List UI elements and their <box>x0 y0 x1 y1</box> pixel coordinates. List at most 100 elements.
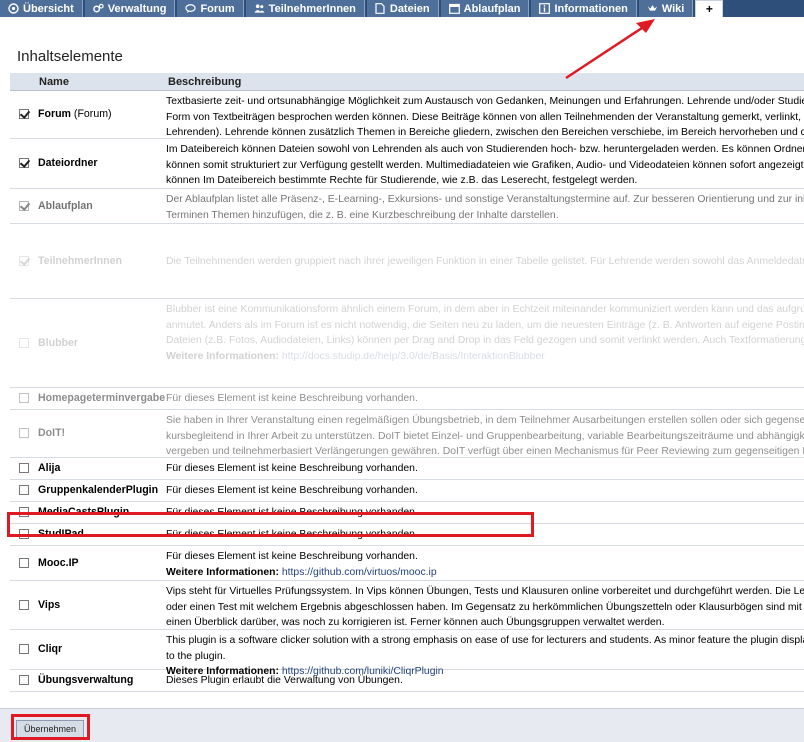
plugin-checkbox[interactable] <box>19 485 29 495</box>
row-content: Dateiordner Im Dateibereich können Dateie… <box>10 139 804 189</box>
plugin-name-text: Vips <box>38 599 61 611</box>
more-info-label: Weitere Informationen: <box>166 350 279 362</box>
row-content: StudIPad Für dieses Element ist keine Bes… <box>10 524 804 546</box>
table-header: Name Beschreibung <box>10 73 804 91</box>
plugin-name: Dateiordner <box>38 156 97 172</box>
calendar-icon <box>448 3 460 14</box>
apply-button[interactable]: Übernehmen <box>16 720 84 738</box>
plugin-checkbox[interactable] <box>19 644 29 654</box>
description-line: Für dieses Element ist keine Beschreibun… <box>166 485 418 496</box>
form-footer: Übernehmen <box>0 708 804 742</box>
plugin-name-text: MediaCastsPlugin <box>38 506 130 518</box>
table-row: Vips Vips steht für Virtuelles Prüfungssy… <box>10 581 804 630</box>
description-line: Der Ablaufplan listet alle Präsenz-, E-L… <box>166 194 804 205</box>
row-content: Homepageterminvergabe Für dieses Element … <box>10 388 804 410</box>
plugin-description: Für dieses Element ist keine Beschreibun… <box>166 391 804 407</box>
plugin-checkbox[interactable] <box>19 600 29 610</box>
table-row: Alija Für dieses Element ist keine Beschr… <box>10 458 804 480</box>
tab-label: Ablaufplan <box>463 2 521 15</box>
plugin-checkbox[interactable] <box>19 507 29 517</box>
table-row: TeilnehmerInnen Die Teilnehmenden werden … <box>10 224 804 299</box>
plugin-name: StudIPad <box>38 527 84 543</box>
plugin-name: DoIT! <box>38 426 65 442</box>
plugin-checkbox[interactable] <box>19 529 29 539</box>
plugin-name: Cliqr <box>38 642 62 658</box>
plugin-description: Für dieses Element ist keine Beschreibun… <box>166 461 804 477</box>
plugin-checkbox[interactable] <box>19 201 29 211</box>
plugin-name-text: TeilnehmerInnen <box>38 255 122 267</box>
plugin-name-text: GruppenkalenderPlugin <box>38 484 159 496</box>
description-line: Für dieses Element ist keine Beschreibun… <box>166 507 418 518</box>
plugin-description: Dieses Plugin erlaubt die Verwaltung von… <box>166 673 804 689</box>
content-elements-table: Forum (Forum) Textbasierte zeit- und orts… <box>10 91 804 692</box>
plugin-name: Vips <box>38 598 60 614</box>
plugin-description: Für dieses Element ist keine Beschreibun… <box>166 483 804 499</box>
tab-teilnehmer[interactable]: TeilnehmerInnen <box>245 0 365 17</box>
description-line: oder einen Test mit welchem Ergebnis abg… <box>166 601 804 613</box>
plugin-checkbox[interactable] <box>19 109 29 119</box>
plugin-name-text: Homepageterminvergabe <box>38 392 166 404</box>
tab-label: TeilnehmerInnen <box>268 2 356 15</box>
description-line: Dateien (z.B. Fotos, Audiodateien, Links… <box>166 335 804 346</box>
plugin-checkbox[interactable] <box>19 675 29 685</box>
more-info-label: Weitere Informationen: <box>166 566 279 578</box>
tab-forum[interactable]: Forum <box>177 0 244 17</box>
table-row: Dateiordner Im Dateibereich können Dateie… <box>10 139 804 189</box>
tab-label: Informationen <box>554 2 628 15</box>
table-row: Blubber Blubber ist eine Kommunikationsfo… <box>10 299 804 388</box>
description-line: to the plugin. <box>166 650 226 662</box>
table-row: Homepageterminvergabe Für dieses Element … <box>10 388 804 410</box>
plugin-description: Im Dateibereich können Dateien sowohl vo… <box>166 142 804 189</box>
tab-verwaltung[interactable]: Verwaltung <box>84 0 176 17</box>
description-line: Für dieses Element ist keine Beschreibun… <box>166 551 418 562</box>
description-line: Blubber ist eine Kommunikationsform ähnl… <box>166 304 804 315</box>
plugin-checkbox[interactable] <box>19 393 29 403</box>
plugin-name-text: Alija <box>38 462 61 474</box>
page-title: Inhaltselemente <box>17 48 123 65</box>
description-line: anmutet. Anders als im Forum ist es nich… <box>166 319 804 331</box>
table-row: DoIT! Sie haben in Ihrer Veranstaltung ei… <box>10 410 804 458</box>
more-info-link[interactable]: http://docs.studip.de/help/3.0/de/Basis/… <box>282 351 545 362</box>
row-content: GruppenkalenderPlugin Für dieses Element … <box>10 480 804 502</box>
description-line: Für dieses Element ist keine Beschreibun… <box>166 393 418 404</box>
plugin-checkbox[interactable] <box>19 558 29 568</box>
description-line: Sie haben in Ihrer Veranstaltung einen r… <box>166 415 804 426</box>
plugin-name-text: StudIPad <box>38 528 84 540</box>
plugin-checkbox[interactable] <box>19 338 29 348</box>
description-line: Im Dateibereich können Dateien sowohl vo… <box>166 144 804 155</box>
tab-wiki[interactable]: Wiki <box>638 0 694 17</box>
row-content: MediaCastsPlugin Für dieses Element ist k… <box>10 502 804 524</box>
row-content: Alija Für dieses Element ist keine Beschr… <box>10 458 804 480</box>
row-content: Ablaufplan Der Ablaufplan listet alle Prä… <box>10 189 804 224</box>
plugin-description: Für dieses Element ist keine Beschreibun… <box>166 549 804 580</box>
row-content: TeilnehmerInnen Die Teilnehmenden werden … <box>10 224 804 299</box>
tab-uebersicht[interactable]: Übersicht <box>0 0 83 17</box>
plugin-name: Blubber <box>38 336 78 352</box>
plugin-description: Vips steht für Virtuelles Prüfungssystem… <box>166 584 804 631</box>
plugin-name: Forum (Forum) <box>38 107 112 123</box>
add-content-tab[interactable]: + <box>695 0 724 17</box>
row-content: Übungsverwaltung Dieses Plugin erlaubt di… <box>10 670 804 692</box>
description-line: kursbegleitend in Ihrer Arbeit zu unters… <box>166 430 804 442</box>
row-content: Vips Vips steht für Virtuelles Prüfungssy… <box>10 581 804 630</box>
more-info-line: Weitere Informationen: https://github.co… <box>166 565 804 581</box>
description-line: Die Teilnehmenden werden gruppiert nach … <box>166 256 804 267</box>
gears-icon <box>92 3 104 14</box>
plugin-name-text: DoIT! <box>38 427 66 439</box>
tab-dateien[interactable]: Dateien <box>366 0 439 17</box>
crown-icon <box>647 3 658 14</box>
more-info-line: Weitere Informationen: http://docs.studi… <box>166 349 804 365</box>
tab-label: Forum <box>200 2 235 15</box>
table-row: Übungsverwaltung Dieses Plugin erlaubt di… <box>10 670 804 692</box>
tab-ablaufplan[interactable]: Ablaufplan <box>440 0 530 17</box>
plugin-checkbox[interactable] <box>19 463 29 473</box>
plugin-checkbox[interactable] <box>19 158 29 168</box>
plugin-checkbox[interactable] <box>19 256 29 266</box>
plugin-checkbox[interactable] <box>19 428 29 438</box>
file-icon <box>375 3 386 14</box>
column-description-header: Beschreibung <box>168 76 242 88</box>
table-row: GruppenkalenderPlugin Für dieses Element … <box>10 480 804 502</box>
tab-informationen[interactable]: Informationen <box>531 0 637 17</box>
more-info-link[interactable]: https://github.com/virtuos/mooc.ip <box>282 567 437 578</box>
description-line: einen Überblick darüber, was noch zu kor… <box>166 617 665 628</box>
